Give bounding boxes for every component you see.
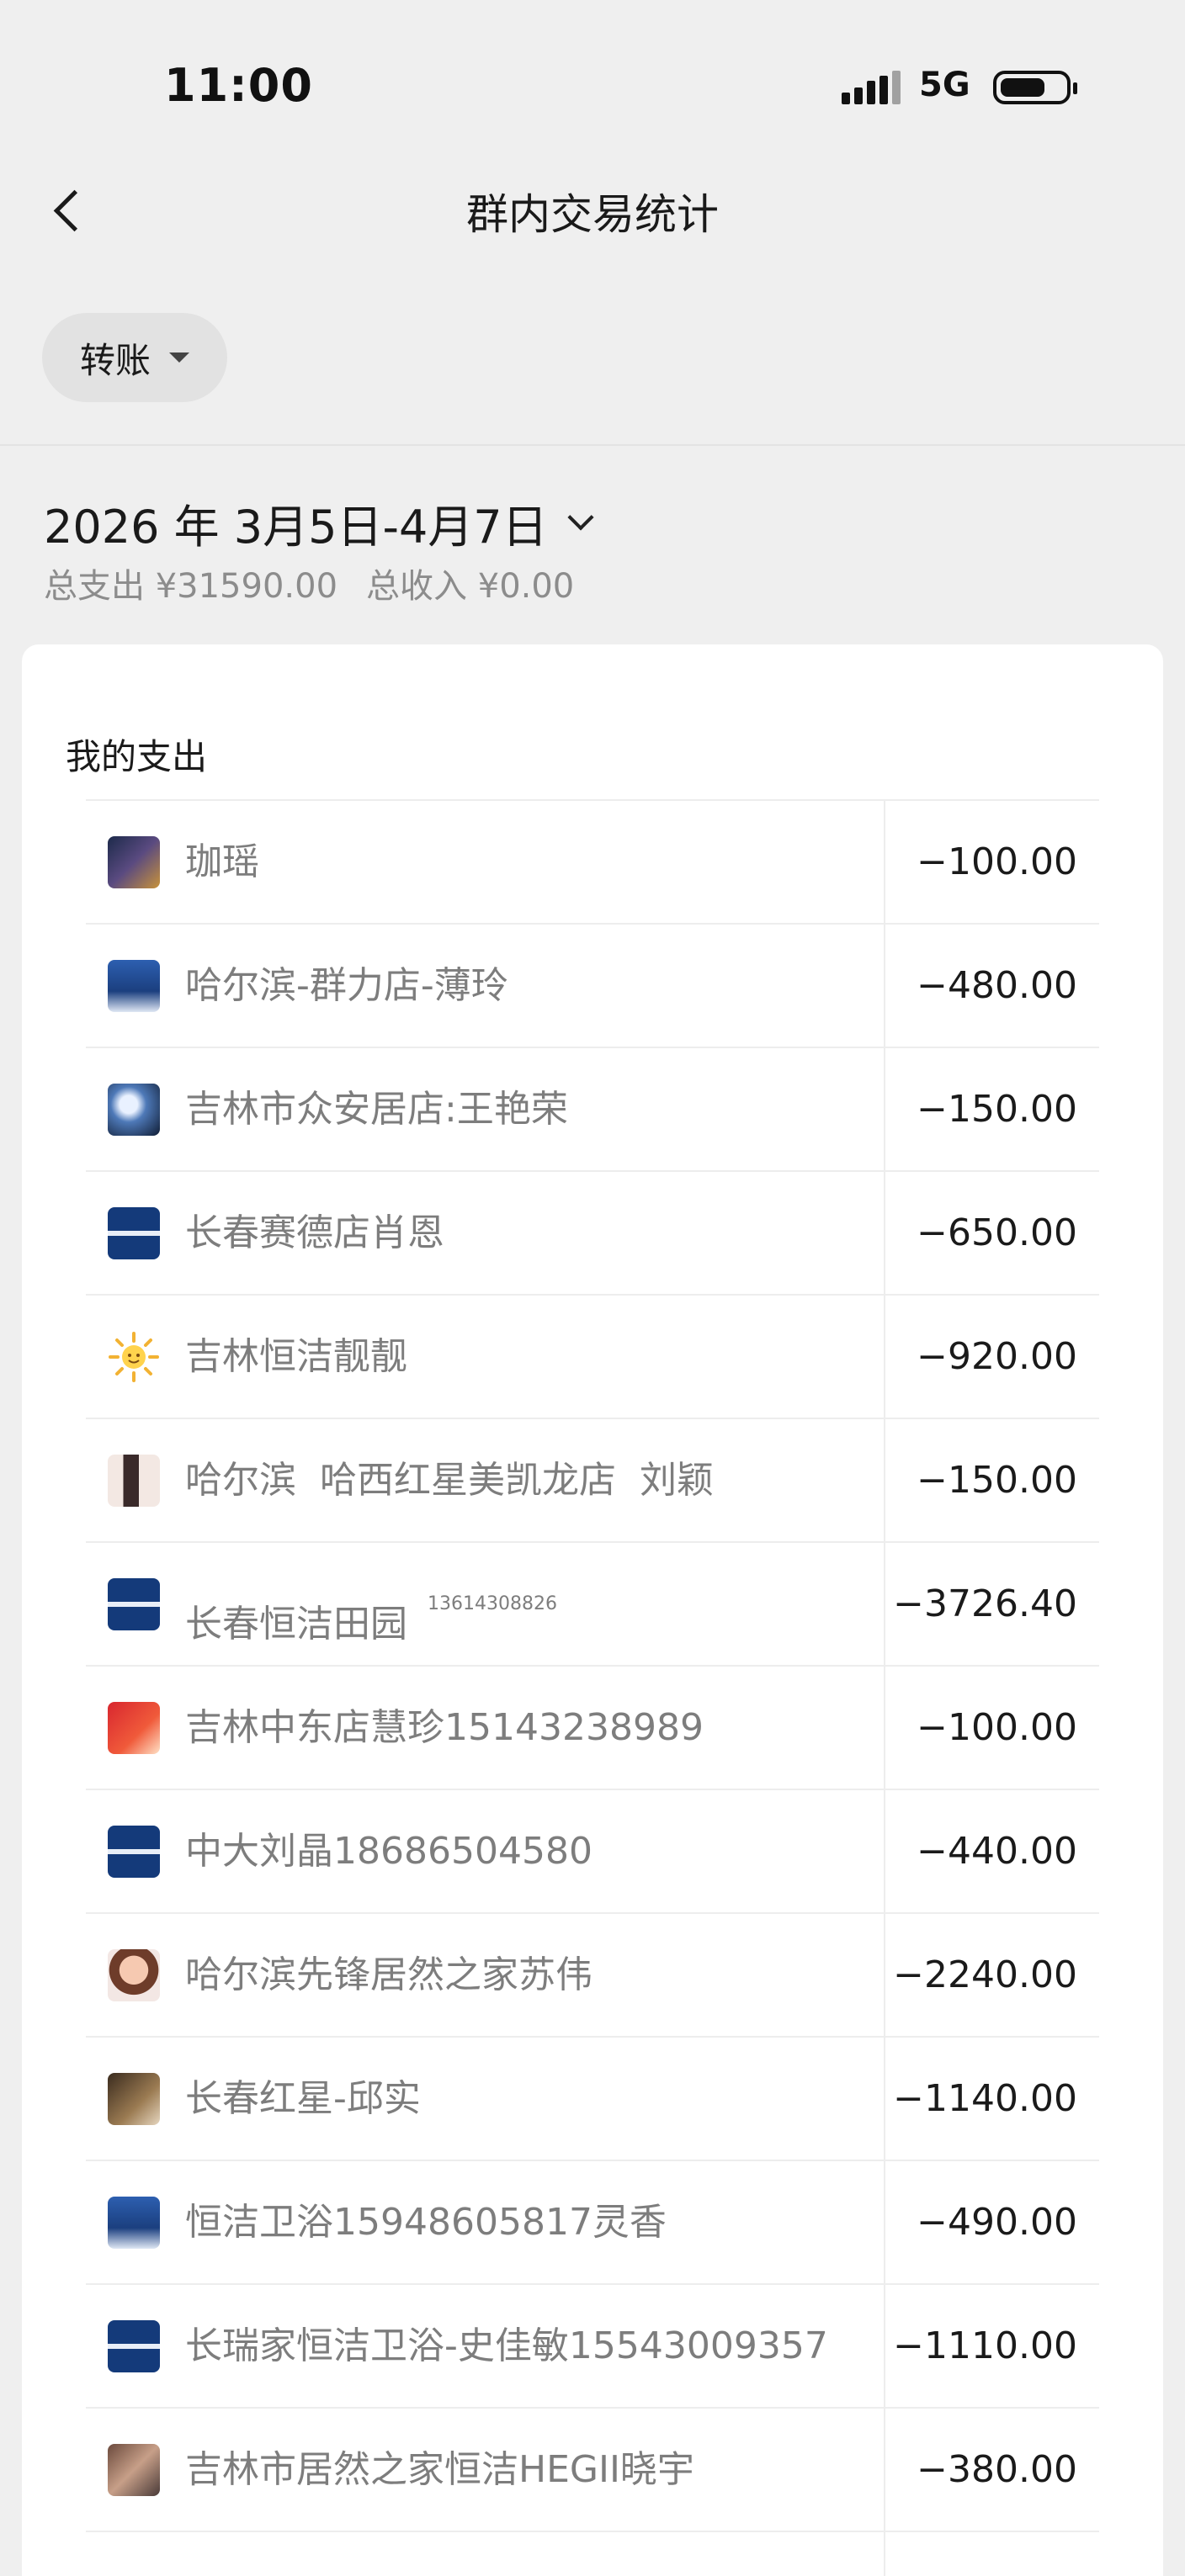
contact-name: 长春赛德店肖恩	[185, 1172, 444, 1294]
amount: −100.00	[917, 1706, 1077, 1749]
contact-name-text: 哈尔滨先锋居然之家苏伟	[185, 1953, 592, 1996]
contact-name-text: 哈尔滨-群力店-薄玲	[185, 964, 508, 1007]
contact-name-text: 恒洁卫浴15948605817灵香	[185, 2201, 667, 2244]
list-item[interactable]: 长春赛德店肖恩 −650.00	[86, 1172, 1099, 1296]
type-filter-dropdown[interactable]: 转账	[42, 313, 227, 402]
list-item[interactable]: 哈尔滨 哈西红星美凯龙店 刘颖 −150.00	[86, 1419, 1099, 1543]
contact-name: 吉林市居然之家恒洁HEGII晓宇	[185, 2409, 694, 2531]
contact-note: 13614308826	[428, 1593, 557, 1614]
contact-name: 长瑞家恒洁卫浴-史佳敏15543009357	[185, 2285, 828, 2407]
total-expense: 总支出 ¥31590.00	[44, 567, 338, 606]
network-label: 5G	[919, 66, 970, 104]
avatar	[108, 2197, 160, 2249]
contact-name-text: 吉林中东店慧珍15143238989	[185, 1706, 704, 1749]
avatar	[108, 1578, 160, 1630]
avatar	[108, 2444, 160, 2496]
list-item[interactable]: 吉林恒洁靓靓 −920.00	[86, 1296, 1099, 1419]
list-item[interactable]: 长春红星-邱实 −1140.00	[86, 2038, 1099, 2161]
avatar	[108, 836, 160, 888]
date-range-label: 2026 年 3月5日-4月7日	[44, 501, 548, 554]
amount: −920.00	[917, 1335, 1077, 1378]
list-item[interactable]: 哈尔滨-群力店-薄玲 −480.00	[86, 925, 1099, 1048]
page-title: 群内交易统计	[466, 190, 719, 239]
expense-list: 珈瑶 −100.00 哈尔滨-群力店-薄玲 −480.00 吉林市众安居店:王艳荣 −15…	[86, 801, 1099, 2532]
amount: −100.00	[917, 840, 1077, 883]
contact-name-text: 吉林市居然之家恒洁HEGII晓宇	[185, 2448, 694, 2491]
status-bar: 11:00 5G	[0, 0, 1185, 168]
list-item[interactable]: 珈瑶 −100.00	[86, 801, 1099, 925]
status-time: 11:00	[164, 59, 313, 112]
totals-summary: 总支出 ¥31590.00 总收入 ¥0.00	[44, 559, 574, 607]
avatar	[108, 1455, 160, 1507]
avatar	[108, 1702, 160, 1754]
contact-name-text: 哈尔滨 哈西红星美凯龙店 刘颖	[185, 1459, 714, 1502]
contact-name: 哈尔滨先锋居然之家苏伟	[185, 1914, 592, 2036]
avatar	[108, 2320, 160, 2372]
amount: −1110.00	[893, 2324, 1077, 2367]
avatar	[108, 960, 160, 1012]
contact-name: 中大刘晶18686504580	[185, 1790, 592, 1912]
contact-name: 长春恒洁田园 13614308826	[185, 1543, 557, 1665]
avatar	[108, 1949, 160, 2001]
avatar	[108, 2073, 160, 2125]
contact-name-text: 珈瑶	[185, 840, 259, 883]
contact-name: 珈瑶	[185, 801, 259, 923]
contact-name-text: 长春红星-邱实	[185, 2077, 421, 2120]
battery-icon	[993, 71, 1077, 104]
amount: −3726.40	[893, 1582, 1077, 1625]
list-item[interactable]: 吉林市众安居店:王艳荣 −150.00	[86, 1048, 1099, 1172]
list-item[interactable]: 中大刘晶18686504580 −440.00	[86, 1790, 1099, 1914]
contact-name-text: 中大刘晶18686504580	[185, 1830, 592, 1873]
contact-name-text: 长春恒洁田园	[185, 1603, 407, 1646]
avatar	[108, 1331, 160, 1383]
contact-name: 哈尔滨 哈西红星美凯龙店 刘颖	[185, 1419, 714, 1541]
contact-name: 恒洁卫浴15948605817灵香	[185, 2161, 667, 2283]
amount: −2240.00	[893, 1953, 1077, 1996]
contact-name-text: 吉林恒洁靓靓	[185, 1335, 407, 1378]
amount: −480.00	[917, 964, 1077, 1007]
amount: −150.00	[917, 1459, 1077, 1502]
contact-name: 吉林市众安居店:王艳荣	[185, 1048, 568, 1170]
list-item[interactable]: 恒洁卫浴15948605817灵香 −490.00	[86, 2161, 1099, 2285]
amount: −490.00	[917, 2201, 1077, 2244]
date-range-selector[interactable]: 2026 年 3月5日-4月7日	[44, 490, 594, 556]
contact-name-text: 长瑞家恒洁卫浴-史佳敏15543009357	[185, 2324, 828, 2367]
contact-name: 长春红星-邱实	[185, 2038, 421, 2160]
list-item[interactable]: 长春恒洁田园 13614308826 −3726.40	[86, 1543, 1099, 1667]
amount: −1140.00	[893, 2077, 1077, 2120]
amount: −150.00	[917, 1088, 1077, 1131]
amount: −380.00	[917, 2448, 1077, 2491]
avatar	[108, 1084, 160, 1136]
contact-name: 吉林恒洁靓靓	[185, 1296, 407, 1418]
list-item[interactable]: 长瑞家恒洁卫浴-史佳敏15543009357 −1110.00	[86, 2285, 1099, 2409]
list-item[interactable]: 哈尔滨先锋居然之家苏伟 −2240.00	[86, 1914, 1099, 2038]
total-income: 总收入 ¥0.00	[366, 567, 575, 606]
avatar	[108, 1207, 160, 1259]
signal-icon	[842, 71, 901, 104]
filter-label: 转账	[79, 339, 151, 381]
chevron-down-icon	[567, 503, 594, 531]
contact-name: 吉林中东店慧珍15143238989	[185, 1667, 704, 1789]
divider	[0, 444, 1185, 446]
contact-name-text: 吉林市众安居店:王艳荣	[185, 1088, 568, 1131]
contact-name-text: 长春赛德店肖恩	[185, 1211, 444, 1254]
list-item[interactable]: 吉林市居然之家恒洁HEGII晓宇 −380.00	[86, 2409, 1099, 2532]
caret-down-icon	[169, 352, 189, 363]
list-item[interactable]: 吉林中东店慧珍15143238989 −100.00	[86, 1667, 1099, 1790]
amount: −440.00	[917, 1830, 1077, 1873]
card-title: 我的支出	[66, 736, 208, 777]
contact-name: 哈尔滨-群力店-薄玲	[185, 925, 508, 1047]
avatar	[108, 1826, 160, 1878]
amount: −650.00	[917, 1211, 1077, 1254]
